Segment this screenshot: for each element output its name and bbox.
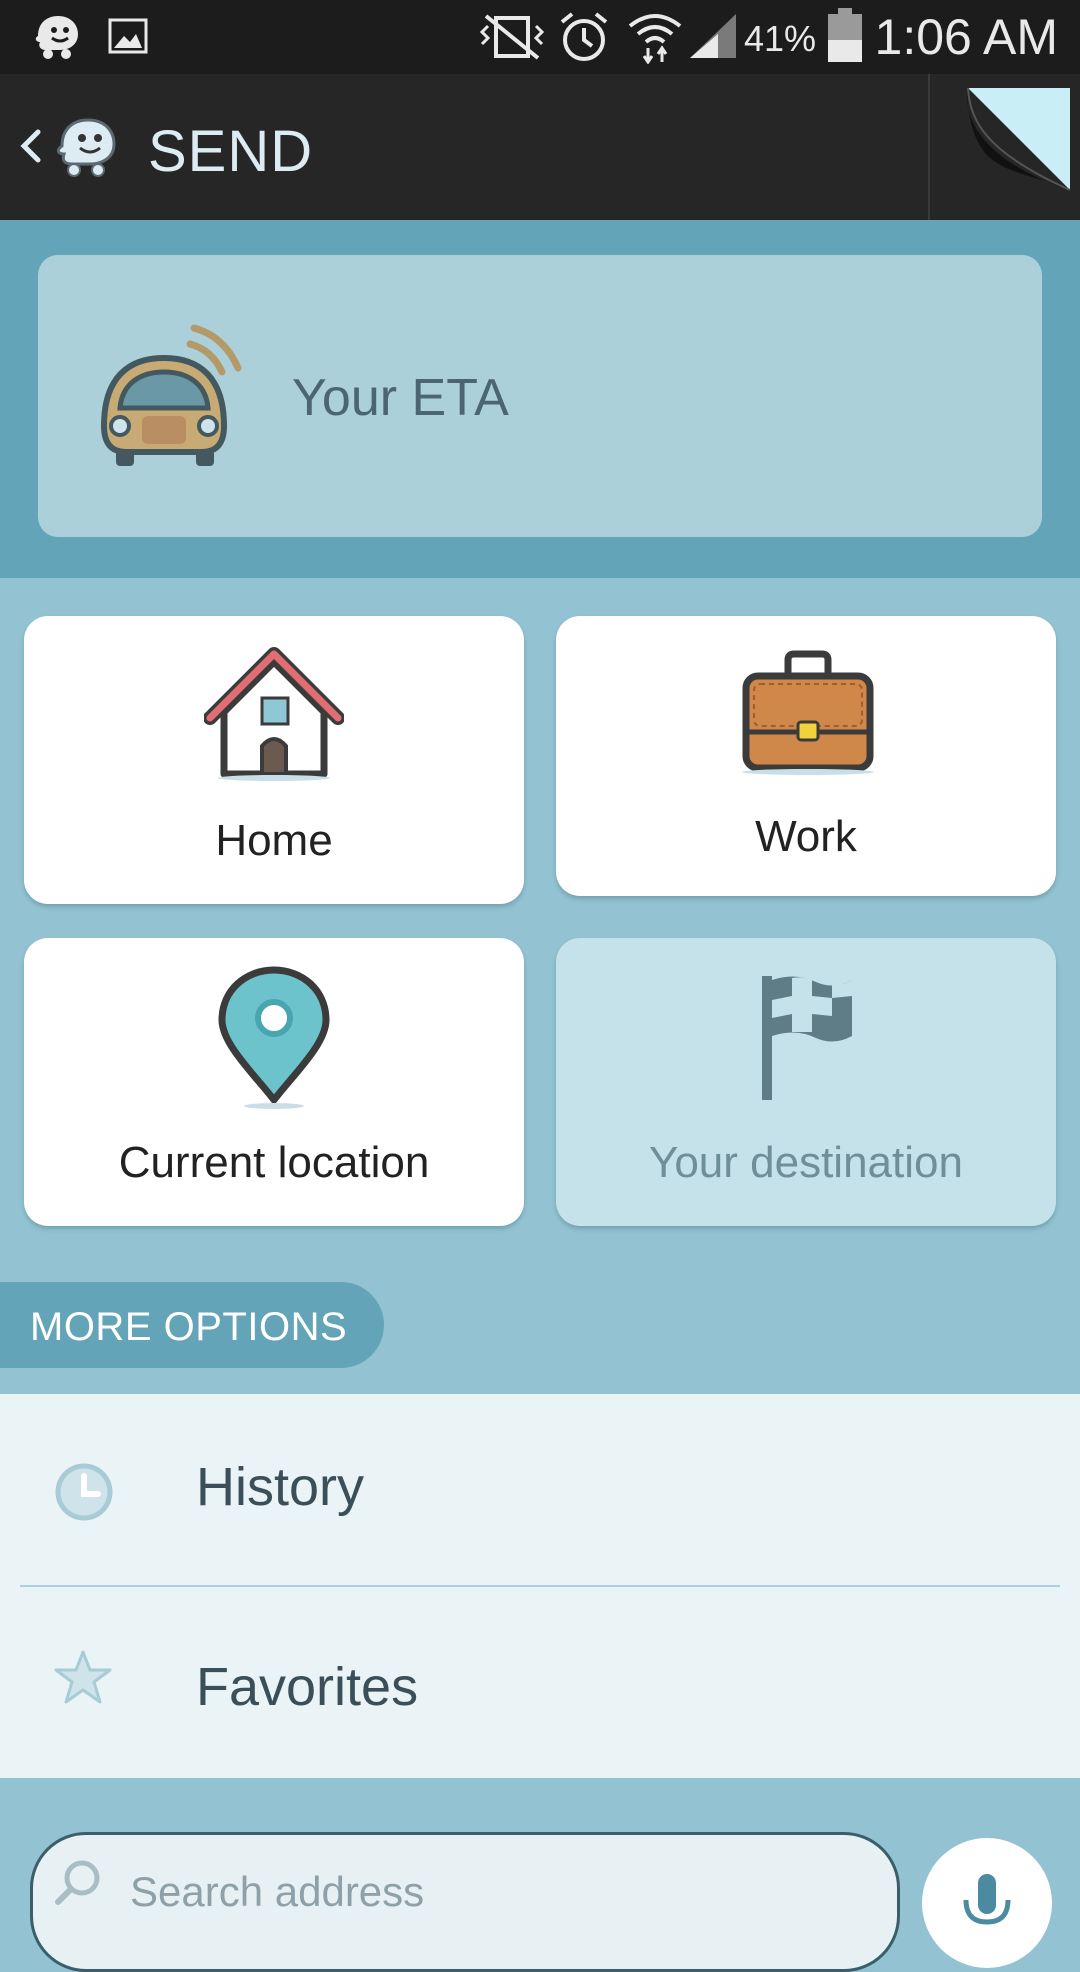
home-label: Home: [215, 816, 333, 865]
microphone-icon: [963, 1874, 1011, 1925]
checkered-flag-icon: [762, 976, 852, 1100]
favorites-label: Favorites: [196, 1657, 419, 1717]
clock: 1:06 AM: [874, 9, 1058, 65]
status-bar: 41% 1:06 AM: [0, 0, 1080, 74]
current-location-tile[interactable]: Current location: [24, 938, 524, 1226]
waze-notification-icon: [35, 16, 78, 59]
your-destination-tile[interactable]: Your destination: [556, 938, 1056, 1226]
list-item-favorites[interactable]: Favorites: [0, 1588, 1080, 1778]
alarm-icon: [560, 12, 608, 61]
search-placeholder: Search address: [130, 1868, 425, 1915]
eta-label: Your ETA: [292, 369, 509, 427]
work-label: Work: [755, 812, 857, 861]
briefcase-icon: [742, 650, 874, 775]
wifi-icon: [628, 14, 682, 64]
page-curl-icon[interactable]: [950, 84, 1074, 194]
image-notification-icon: [108, 18, 148, 54]
app-bar-separator: [928, 74, 930, 220]
back-arrow-icon: [20, 129, 41, 163]
battery-icon: [828, 8, 862, 62]
star-icon: [54, 1650, 112, 1704]
list-item-history[interactable]: History: [0, 1394, 1080, 1584]
waze-logo-icon: [56, 118, 116, 177]
home-icon: [204, 647, 344, 781]
back-button[interactable]: [14, 112, 124, 182]
search-icon: [55, 1860, 100, 1905]
divider: [20, 1585, 1060, 1587]
voice-search-button[interactable]: [922, 1838, 1052, 1968]
more-options-label: MORE OPTIONS: [30, 1305, 348, 1349]
location-pin-icon: [218, 966, 330, 1109]
page-title: SEND: [148, 119, 314, 184]
home-tile[interactable]: Home: [24, 616, 524, 904]
car-icon: [100, 324, 242, 466]
battery-percent: 41%: [744, 18, 817, 59]
clock-icon: [55, 1463, 113, 1521]
current-location-label: Current location: [118, 1138, 430, 1187]
signal-icon: [690, 14, 736, 58]
history-label: History: [196, 1457, 365, 1517]
work-tile[interactable]: Work: [556, 616, 1056, 896]
your-destination-label: Your destination: [649, 1138, 963, 1187]
vibrate-icon: [479, 14, 545, 60]
